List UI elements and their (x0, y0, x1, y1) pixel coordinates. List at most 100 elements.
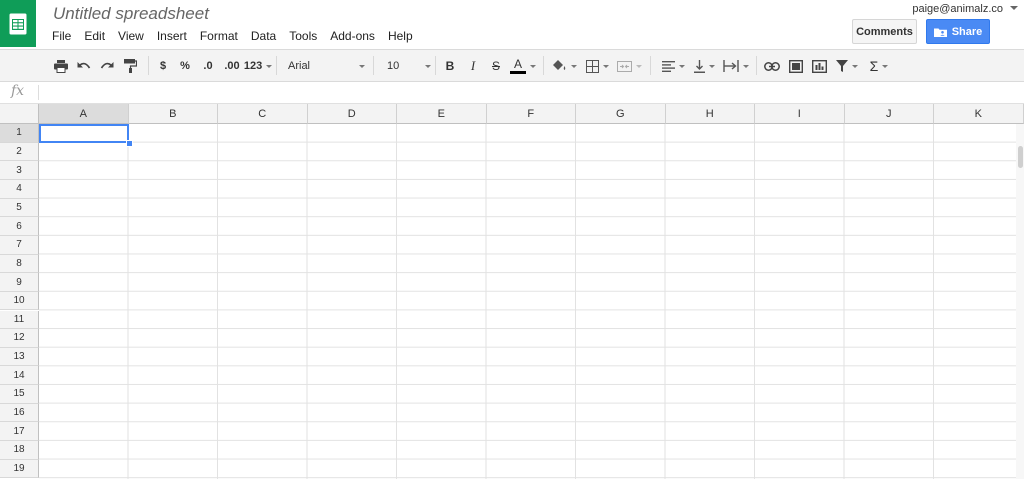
increase-decimal-button[interactable]: .00 (222, 56, 242, 76)
insert-link-button[interactable] (763, 56, 781, 76)
menu-data[interactable]: Data (251, 29, 276, 43)
column-header-k[interactable]: K (934, 104, 1024, 124)
row-header-1[interactable]: 1 (0, 124, 39, 143)
menu-tools[interactable]: Tools (289, 29, 317, 43)
more-formats-button[interactable]: 123 (243, 56, 273, 76)
spreadsheet-grid: ABCDEFGHIJK 1 2 3 4 5 6 7 8 9 10 11 12 13 14 15 16 17 18 1… (0, 104, 1024, 479)
column-header-h[interactable]: H (665, 104, 755, 124)
text-color-label: A (513, 57, 522, 71)
column-header-g[interactable]: G (576, 104, 666, 124)
column-header-b[interactable]: B (128, 104, 218, 124)
column-header-a[interactable]: A (39, 104, 129, 124)
row-header-6[interactable]: 6 (0, 217, 39, 236)
menu-file[interactable]: File (52, 29, 71, 43)
more-formats-label: 123 (243, 60, 263, 72)
toolbar: $ % .0 .00 123 Arial 10 B I S A Σ (0, 49, 1024, 82)
row-header-16[interactable]: 16 (0, 403, 39, 423)
vertical-scrollbar[interactable] (1016, 124, 1024, 479)
insert-comment-button[interactable] (787, 56, 805, 76)
chevron-down-icon (602, 64, 609, 68)
user-email[interactable]: paige@animalz.co (912, 3, 1003, 15)
cell-area[interactable] (39, 124, 1024, 479)
text-color-button[interactable]: A (508, 56, 538, 76)
row-header-15[interactable]: 15 (0, 385, 39, 404)
decrease-decimal-label: .0 (203, 60, 213, 72)
row-header-18[interactable]: 18 (0, 441, 39, 460)
paint-format-icon[interactable] (122, 56, 138, 76)
chevron-down-icon (266, 64, 273, 68)
decrease-decimal-button[interactable]: .0 (199, 56, 217, 76)
italic-button[interactable]: I (466, 56, 480, 76)
share-button[interactable]: Share (926, 19, 990, 44)
account-dropdown-icon[interactable] (1010, 6, 1018, 10)
column-header-i[interactable]: I (755, 104, 845, 124)
column-header-f[interactable]: F (486, 104, 576, 124)
row-header-5[interactable]: 5 (0, 198, 39, 218)
percent-format-button[interactable]: % (177, 56, 193, 76)
row-header-8[interactable]: 8 (0, 254, 39, 274)
row-header-7[interactable]: 7 (0, 235, 39, 255)
row-header-19[interactable]: 19 (0, 459, 39, 479)
menu-view[interactable]: View (118, 29, 144, 43)
row-header-2[interactable]: 2 (0, 142, 39, 162)
menu-insert[interactable]: Insert (157, 29, 187, 43)
borders-icon (585, 59, 599, 73)
row-header-12[interactable]: 12 (0, 329, 39, 348)
bold-button[interactable]: B (443, 56, 457, 76)
fill-color-icon (552, 60, 565, 70)
filter-button[interactable] (833, 56, 861, 76)
row-header-13[interactable]: 13 (0, 347, 39, 367)
strikethrough-button[interactable]: S (489, 56, 503, 76)
chevron-down-icon (678, 64, 685, 68)
document-title[interactable]: Untitled spreadsheet (53, 4, 209, 24)
fill-color-button[interactable] (551, 56, 577, 76)
menu-edit[interactable]: Edit (84, 29, 105, 43)
fill-handle[interactable] (126, 140, 133, 147)
redo-icon[interactable] (99, 56, 115, 76)
vertical-align-button[interactable] (690, 56, 718, 76)
font-family-select[interactable]: Arial (283, 56, 365, 76)
row-header-3[interactable]: 3 (0, 161, 39, 180)
row-header-9[interactable]: 9 (0, 273, 39, 292)
comments-button[interactable]: Comments (852, 19, 917, 44)
chevron-down-icon (708, 64, 715, 68)
font-size-value: 10 (387, 60, 400, 72)
column-header-e[interactable]: E (397, 104, 487, 124)
column-header-j[interactable]: J (844, 104, 934, 124)
select-all-corner[interactable] (0, 104, 39, 124)
align-left-icon (661, 60, 675, 72)
horizontal-align-button[interactable] (659, 56, 687, 76)
print-icon[interactable] (53, 56, 69, 76)
menu-add-ons[interactable]: Add-ons (330, 29, 375, 43)
sheets-logo-icon[interactable] (0, 0, 36, 47)
currency-format-button[interactable]: $ (156, 56, 170, 76)
column-header-d[interactable]: D (307, 104, 397, 124)
row-header-10[interactable]: 10 (0, 291, 39, 311)
row-header-11[interactable]: 11 (0, 310, 39, 330)
functions-button[interactable]: Σ (866, 56, 892, 76)
functions-icon: Σ (869, 58, 879, 74)
toolbar-separator (543, 56, 544, 75)
selected-cell[interactable] (39, 124, 129, 143)
text-wrapping-button[interactable] (721, 56, 751, 76)
row-header-14[interactable]: 14 (0, 366, 39, 386)
merge-cells-button[interactable] (614, 56, 644, 76)
row-header-4[interactable]: 4 (0, 179, 39, 199)
insert-chart-button[interactable] (810, 56, 828, 76)
toolbar-separator (756, 56, 757, 75)
text-wrap-icon (723, 60, 739, 72)
scrollbar-thumb[interactable] (1018, 146, 1023, 168)
menu-help[interactable]: Help (388, 29, 413, 43)
undo-icon[interactable] (76, 56, 92, 76)
column-header-c[interactable]: C (218, 104, 308, 124)
fx-label: fx (11, 83, 25, 99)
chevron-down-icon (530, 64, 536, 68)
font-size-select[interactable]: 10 (383, 56, 431, 76)
chevron-down-icon (570, 64, 577, 68)
formula-divider (38, 85, 39, 100)
row-header-17[interactable]: 17 (0, 422, 39, 442)
chevron-down-icon (743, 64, 749, 68)
menu-format[interactable]: Format (200, 29, 238, 43)
formula-input[interactable] (44, 84, 1014, 101)
borders-button[interactable] (584, 56, 610, 76)
